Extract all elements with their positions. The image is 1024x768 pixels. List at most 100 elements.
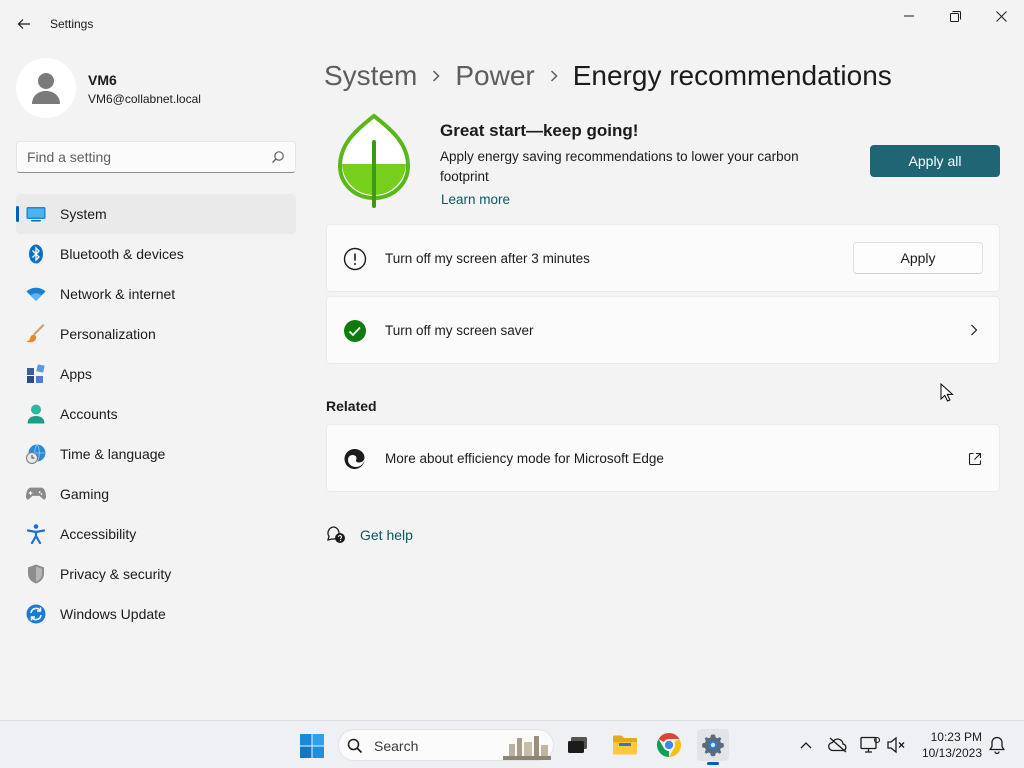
sidebar-item-label: Network & internet [60, 286, 176, 302]
sidebar-item-privacy-security[interactable]: Privacy & security [16, 554, 296, 594]
monitor-icon [26, 204, 46, 224]
restore-icon [949, 10, 961, 22]
checkmark-circle-icon [343, 319, 367, 343]
search-icon [347, 738, 363, 754]
sidebar-item-accessibility[interactable]: Accessibility [16, 514, 296, 554]
taskbar-clock[interactable]: 10:23 PM 10/13/2023 [916, 729, 982, 761]
sidebar-nav: System Bluetooth & devices Network & int… [16, 194, 296, 634]
taskbar-search-label: Search [374, 738, 419, 754]
recommendation-screen-timeout: Turn off my screen after 3 minutes Apply [326, 224, 1000, 292]
gamepad-icon [26, 484, 46, 504]
tray-overflow-button[interactable] [796, 735, 816, 755]
breadcrumb-item-power[interactable]: Power [455, 60, 534, 92]
minimize-icon [904, 15, 914, 17]
apps-icon [26, 364, 46, 384]
help-chat-icon [327, 526, 345, 543]
sidebar-item-accounts[interactable]: Accounts [16, 394, 296, 434]
restore-button[interactable] [932, 0, 978, 32]
settings-search[interactable] [16, 141, 296, 173]
shield-icon [26, 564, 46, 584]
sidebar-item-label: Apps [60, 366, 92, 382]
network-monitor-icon [860, 736, 880, 753]
accessibility-icon [26, 524, 46, 544]
sidebar-item-gaming[interactable]: Gaming [16, 474, 296, 514]
get-help[interactable]: Get help [326, 524, 413, 546]
clock-date: 10/13/2023 [921, 746, 982, 760]
volume-muted-icon [887, 736, 905, 754]
chevron-right-icon [971, 324, 978, 336]
person-icon [26, 404, 46, 424]
leaf-icon [337, 113, 411, 208]
chevron-up-icon [800, 742, 812, 749]
taskbar-file-explorer[interactable] [609, 729, 641, 761]
taskbar-chrome[interactable] [653, 729, 685, 761]
window-title: Settings [50, 17, 94, 31]
taskbar-settings[interactable] [697, 729, 729, 765]
sidebar-item-time-language[interactable]: Time & language [16, 434, 296, 474]
sidebar-item-apps[interactable]: Apps [16, 354, 296, 394]
recommendation-screen-saver[interactable]: Turn off my screen saver [326, 296, 1000, 364]
clock-time: 10:23 PM [930, 730, 982, 744]
related-heading: Related [326, 398, 377, 414]
sidebar-item-personalization[interactable]: Personalization [16, 314, 296, 354]
user-profile[interactable]: VM6 VM6@collabnet.local [16, 58, 296, 118]
task-view-icon [568, 737, 587, 753]
avatar [16, 58, 76, 118]
close-button[interactable] [978, 0, 1024, 32]
sidebar-item-label: Time & language [60, 446, 166, 462]
breadcrumb-item-system[interactable]: System [324, 60, 417, 92]
profile-email: VM6@collabnet.local [88, 92, 201, 106]
tray-volume[interactable] [886, 735, 906, 755]
related-link-label: More about efficiency mode for Microsoft… [385, 451, 664, 466]
bluetooth-icon [26, 244, 46, 264]
taskbar-search[interactable]: Search [338, 729, 554, 761]
chrome-icon [656, 733, 682, 757]
cloud-offline-icon [828, 737, 847, 753]
person-icon [32, 73, 60, 104]
chevron-right-icon [549, 69, 559, 83]
globe-clock-icon [26, 444, 46, 464]
tray-network[interactable] [860, 735, 880, 755]
gear-icon [702, 734, 724, 757]
apply-all-button[interactable]: Apply all [870, 145, 1000, 177]
sidebar-item-bluetooth[interactable]: Bluetooth & devices [16, 234, 296, 274]
learn-more-link[interactable]: Learn more [441, 192, 510, 207]
sidebar-item-system[interactable]: System [16, 194, 296, 234]
back-arrow-icon [17, 19, 30, 29]
chevron-right-icon [431, 69, 441, 83]
taskbar-task-view[interactable] [562, 729, 594, 761]
back-button[interactable] [12, 12, 36, 36]
windows-start-icon[interactable] [298, 732, 326, 760]
breadcrumb: System Power Energy recommendations [324, 58, 892, 94]
search-input[interactable] [27, 149, 267, 165]
recommendation-label: Turn off my screen after 3 minutes [385, 251, 590, 266]
folder-icon [613, 735, 637, 755]
get-help-label: Get help [360, 527, 413, 543]
minimize-button[interactable] [886, 0, 932, 32]
sidebar-item-label: Windows Update [60, 606, 166, 622]
apply-button[interactable]: Apply [853, 242, 983, 274]
external-link-icon [968, 452, 982, 466]
sidebar-item-label: System [60, 206, 107, 222]
related-edge-efficiency[interactable]: More about efficiency mode for Microsoft… [326, 424, 1000, 492]
search-icon [272, 151, 284, 163]
wifi-icon [26, 284, 46, 304]
sidebar-item-label: Accessibility [60, 526, 137, 542]
recommendation-label: Turn off my screen saver [385, 323, 534, 338]
edge-icon [343, 447, 367, 471]
profile-name: VM6 [88, 72, 117, 88]
tray-onedrive[interactable] [828, 735, 848, 755]
tray-notifications[interactable] [987, 735, 1007, 755]
hero-description: Apply energy saving recommendations to l… [440, 149, 799, 184]
close-icon [995, 10, 1007, 22]
sidebar-item-network[interactable]: Network & internet [16, 274, 296, 314]
search-highlight-icon [503, 736, 551, 760]
sidebar-item-windows-update[interactable]: Windows Update [16, 594, 296, 634]
sidebar-item-label: Privacy & security [60, 566, 172, 582]
energy-hero: Great start—keep going! Apply energy sav… [326, 112, 1000, 212]
brush-icon [26, 324, 46, 344]
sidebar-item-label: Bluetooth & devices [60, 246, 184, 262]
sidebar-item-label: Gaming [60, 486, 110, 502]
page-title: Energy recommendations [572, 60, 892, 91]
sidebar-item-label: Accounts [60, 406, 118, 422]
